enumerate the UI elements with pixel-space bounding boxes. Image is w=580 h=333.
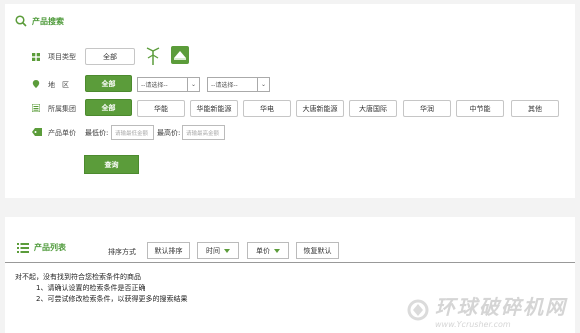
price-sort-label: 单价 bbox=[256, 246, 270, 255]
group-option-button[interactable]: 大唐国际 bbox=[349, 100, 397, 117]
default-sort-button[interactable]: 默认排序 bbox=[147, 242, 190, 259]
list-title-text: 产品列表 bbox=[34, 243, 66, 252]
solar-panel-icon[interactable] bbox=[171, 46, 189, 64]
group-option-button[interactable]: 华润 bbox=[403, 100, 451, 117]
sort-down-icon bbox=[274, 248, 280, 253]
default-sort-label: 默认排序 bbox=[154, 246, 183, 255]
chevron-down-icon: ⌄ bbox=[187, 78, 199, 91]
location-pin-icon bbox=[32, 80, 40, 88]
time-sort-label: 时间 bbox=[206, 246, 220, 255]
sort-down-icon bbox=[224, 248, 230, 253]
grid-icon bbox=[32, 53, 40, 61]
project-type-all-button[interactable]: 全部 bbox=[85, 48, 135, 65]
max-price-input[interactable]: 请输最高金额 bbox=[182, 125, 225, 140]
group-option-button[interactable]: 中节能 bbox=[456, 100, 504, 117]
watermark-url: www.Ycrusher.com bbox=[435, 320, 511, 329]
region-label: 地 区 bbox=[48, 81, 69, 89]
province-select[interactable]: --请选择-- ⌄ bbox=[137, 77, 200, 92]
region-all-button[interactable]: 全部 bbox=[85, 75, 132, 92]
watermark-logo-icon bbox=[407, 299, 429, 321]
group-option-button[interactable]: 华能 bbox=[137, 100, 185, 117]
list-icon bbox=[17, 242, 29, 253]
wind-turbine-icon[interactable] bbox=[146, 47, 160, 65]
sort-label: 排序方式 bbox=[108, 248, 136, 256]
group-option-button[interactable]: 大唐新能源 bbox=[296, 100, 344, 117]
chevron-down-icon: ⌄ bbox=[257, 78, 269, 91]
search-title-text: 产品搜索 bbox=[32, 16, 64, 26]
max-price-label: 最高价: bbox=[157, 129, 181, 137]
min-price-input[interactable]: 请输最低金额 bbox=[111, 125, 154, 140]
city-select-value: --请选择-- bbox=[211, 82, 238, 89]
search-section-title: 产品搜索 bbox=[15, 15, 64, 27]
group-option-button[interactable]: 华能新能源 bbox=[190, 100, 238, 117]
province-select-value: --请选择-- bbox=[141, 82, 168, 89]
price-sort-button[interactable]: 单价 bbox=[247, 242, 289, 259]
search-icon bbox=[15, 15, 27, 27]
price-label: 产品单价 bbox=[48, 129, 76, 137]
reset-sort-label: 恢复默认 bbox=[303, 246, 332, 255]
hint-message: 1、请确认设置的检索条件是否正确 bbox=[36, 284, 146, 292]
no-results-message: 对不起，没有找到符合您检索条件的商品 bbox=[15, 273, 141, 281]
time-sort-button[interactable]: 时间 bbox=[197, 242, 239, 259]
group-label: 所属集团 bbox=[48, 105, 76, 113]
group-option-button[interactable]: 华电 bbox=[243, 100, 291, 117]
min-price-label: 最低价: bbox=[85, 129, 109, 137]
list-section-title: 产品列表 bbox=[17, 242, 66, 253]
divider bbox=[5, 262, 575, 263]
project-type-label: 项目类型 bbox=[48, 53, 76, 61]
watermark-text: 环球破碎机网 bbox=[435, 295, 567, 319]
group-option-button[interactable]: 其他 bbox=[511, 100, 559, 117]
query-button[interactable]: 查询 bbox=[84, 155, 139, 174]
list-icon bbox=[32, 104, 40, 112]
search-panel: 产品搜索 项目类型 全部 地 区 全部 --请选择-- ⌄ --请选择-- ⌄ … bbox=[5, 4, 575, 198]
watermark: 环球破碎机网 www.Ycrusher.com bbox=[407, 291, 567, 329]
city-select[interactable]: --请选择-- ⌄ bbox=[207, 77, 270, 92]
price-tag-icon bbox=[32, 128, 42, 136]
hint-message: 2、可尝试修改检索条件，以获得更多的搜索结果 bbox=[36, 295, 188, 303]
list-panel: 产品列表 排序方式 默认排序 时间 单价 恢复默认 对不起，没有找到符合您检索条… bbox=[5, 217, 575, 333]
reset-sort-button[interactable]: 恢复默认 bbox=[296, 242, 339, 259]
group-all-button[interactable]: 全部 bbox=[85, 99, 132, 116]
